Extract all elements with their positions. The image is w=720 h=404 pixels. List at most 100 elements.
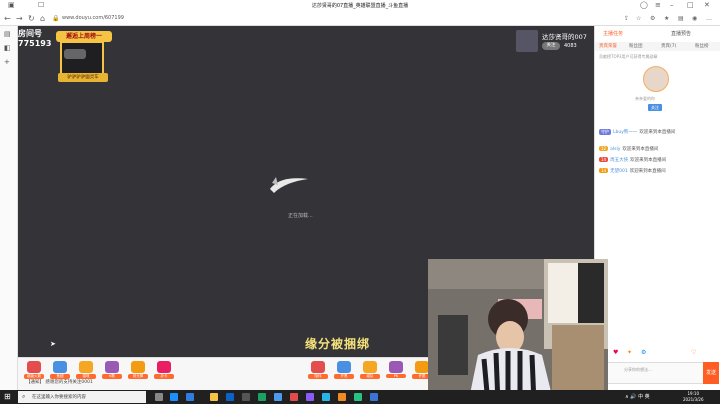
anchor-name: 达莎贤哥的007 — [542, 33, 587, 41]
loading-text: 正在加载... — [288, 213, 313, 219]
level-badge: 12 — [599, 146, 609, 151]
app-purple-icon[interactable] — [306, 393, 314, 401]
top-fan-follow-button[interactable]: 关注 — [648, 104, 662, 111]
tab-live-preview[interactable]: 直播预告 — [671, 30, 691, 37]
song-ticker: 缘分被捆绑 — [305, 337, 371, 351]
left-gift-0[interactable]: 超级火箭 — [24, 361, 44, 379]
home-icon[interactable]: ⌂ — [40, 14, 45, 23]
window-titlebar: 达莎贤哥的07直播_英雄联盟直播_斗鱼直播 ▣ ☐ ◯ ≡ – □ ✕ — [0, 0, 720, 12]
room-label: 房间号 — [18, 29, 42, 38]
browser-sidebar: ▤ ◧ + — [0, 26, 18, 390]
gift-icon — [79, 361, 93, 373]
car-image — [64, 49, 86, 59]
left-gift-1[interactable]: 鱼翅 — [50, 361, 70, 379]
tab-vip-honor[interactable]: 贵宾荣誉 — [599, 43, 617, 49]
star-icon[interactable]: ☆ — [636, 15, 641, 22]
right-panel: 主播任务 直播预告 贵宾荣誉 粉丝团 贵宾(7) 粉丝榜 贡献榜TOP3用户可获… — [594, 26, 720, 390]
anchor-card[interactable]: 达莎贤哥的007 关注 4083 — [516, 30, 594, 52]
webcam-overlay[interactable] — [428, 259, 608, 404]
wechat-icon[interactable] — [354, 393, 362, 401]
taskbar-search[interactable]: ⌕ 在这里输入你要搜索的内容 — [18, 391, 146, 403]
app-blue-icon[interactable] — [274, 393, 282, 401]
clock-date: 2021/3/26 — [683, 397, 704, 402]
reload-icon[interactable]: ↻ — [28, 14, 35, 23]
share-icon[interactable]: ⇪ — [624, 15, 629, 22]
rank-badge[interactable]: 邂逅上周榜一 驴驴驴驴幽灵车 — [56, 31, 112, 87]
left-gift-3[interactable]: K歌 — [102, 361, 122, 379]
close-icon[interactable]: ✕ — [704, 1, 710, 9]
like-icon[interactable]: ♡ — [691, 349, 696, 356]
top-fan-avatar[interactable] — [643, 66, 669, 92]
notice-text: 【通知】 感谢您的支持关注0001 — [26, 380, 93, 385]
anchor-avatar[interactable] — [516, 30, 538, 52]
app-green-icon[interactable] — [258, 393, 266, 401]
minimize-icon[interactable]: – — [670, 1, 674, 9]
gift-icon — [131, 361, 145, 373]
anchor-follow-button[interactable]: 关注 — [542, 42, 560, 50]
rank-hint: 贡献榜TOP3用户可获得专属勋章 — [599, 54, 658, 59]
account-icon[interactable]: ◉ — [692, 15, 697, 22]
gift-label: PK — [386, 374, 406, 378]
windows-start-icon[interactable]: ⊞ — [4, 392, 11, 401]
left-gift-4[interactable]: 荧光棒 — [128, 361, 148, 379]
app-navy-icon[interactable] — [370, 393, 378, 401]
task-view-icon[interactable] — [155, 393, 163, 401]
gift-icon — [53, 361, 67, 373]
lock-icon: 🔒 — [52, 15, 60, 22]
profile-icon[interactable]: ◯ — [640, 1, 648, 9]
app-red-icon[interactable] — [290, 393, 298, 401]
right-gift-0[interactable]: 陪伴 — [308, 361, 328, 379]
right-gift-3[interactable]: PK — [386, 361, 406, 378]
gift-icon — [415, 361, 429, 373]
settings-icon[interactable]: ⚙ — [641, 349, 646, 356]
room-number: 775193 — [18, 39, 52, 48]
mail-icon[interactable] — [242, 393, 250, 401]
fire-icon[interactable]: ✦ — [627, 349, 632, 356]
level-badge: 守护 — [599, 129, 611, 135]
left-gift-5[interactable]: 办卡 — [154, 361, 174, 379]
edge-active-icon[interactable] — [186, 393, 194, 401]
badge-title: 邂逅上周榜一 — [56, 31, 112, 42]
chat-message: 14 无望001 欢迎来到本直播间 — [599, 168, 719, 174]
tab-list-icon[interactable]: ▤ — [4, 30, 11, 38]
edge-icon[interactable] — [170, 393, 178, 401]
chat-nick[interactable]: alsly — [610, 147, 620, 152]
tab-anchor-task[interactable]: 主播任务 — [603, 30, 623, 37]
favorites-icon[interactable]: ★ — [664, 15, 669, 22]
tab-fan-rank[interactable]: 粉丝榜 — [695, 43, 709, 49]
app-cyan-icon[interactable] — [322, 393, 330, 401]
system-tray[interactable]: ∧ 🔊 中 英 — [625, 393, 650, 400]
more-icon[interactable]: … — [706, 15, 712, 22]
app-orange-icon[interactable] — [338, 393, 346, 401]
task-tabs: 主播任务 直播预告 — [595, 28, 720, 40]
send-button[interactable]: 发送 — [703, 362, 719, 384]
gift-label: 陪伴 — [308, 374, 328, 379]
left-gift-2[interactable]: 猫咪 — [76, 361, 96, 379]
right-gift-2[interactable]: 组队 — [360, 361, 380, 379]
chat-toolbar: ☺ ♥ ✦ ⚙ ♡ — [595, 348, 720, 358]
clock[interactable]: 19:10 2021/3/26 — [683, 391, 704, 403]
chat-nick[interactable]: 周五大侠 — [610, 158, 628, 163]
active-tab-icon[interactable]: ◧ — [4, 44, 11, 52]
address-bar: ← → ↻ ⌂ 🔒 www.douyu.com/607199 ⇪ ☆ ⚙ ★ ▤… — [0, 12, 720, 26]
maximize-icon[interactable]: □ — [687, 1, 694, 9]
chat-input[interactable]: 分享你的想法... — [599, 362, 705, 384]
top-fan-name: 亲亲爱的你 — [635, 96, 655, 101]
gift-icon[interactable]: ♥ — [613, 349, 618, 356]
back-icon[interactable]: ← — [4, 14, 11, 23]
chat-nick[interactable]: 无望001 — [610, 169, 628, 174]
menu-icon[interactable]: ≡ — [655, 1, 661, 9]
url-field[interactable]: www.douyu.com/607199 — [62, 15, 182, 24]
tab-vip[interactable]: 贵宾(7) — [661, 43, 676, 49]
explorer-icon[interactable] — [210, 393, 218, 401]
store-icon[interactable] — [226, 393, 234, 401]
collections-icon[interactable]: ▤ — [678, 15, 684, 22]
chat-message: 守护 Lbuy熊一一 欢迎来到本直播间 — [599, 129, 719, 135]
tab-icon[interactable]: ☐ — [38, 1, 44, 9]
add-tab-icon[interactable]: + — [4, 58, 10, 66]
tab-fans[interactable]: 粉丝团 — [629, 43, 643, 49]
extensions-icon[interactable]: ⚙ — [650, 15, 655, 22]
forward-icon[interactable]: → — [16, 14, 23, 23]
chat-nick[interactable]: Lbuy熊一一 — [613, 130, 637, 135]
right-gift-1[interactable]: 开黑 — [334, 361, 354, 379]
